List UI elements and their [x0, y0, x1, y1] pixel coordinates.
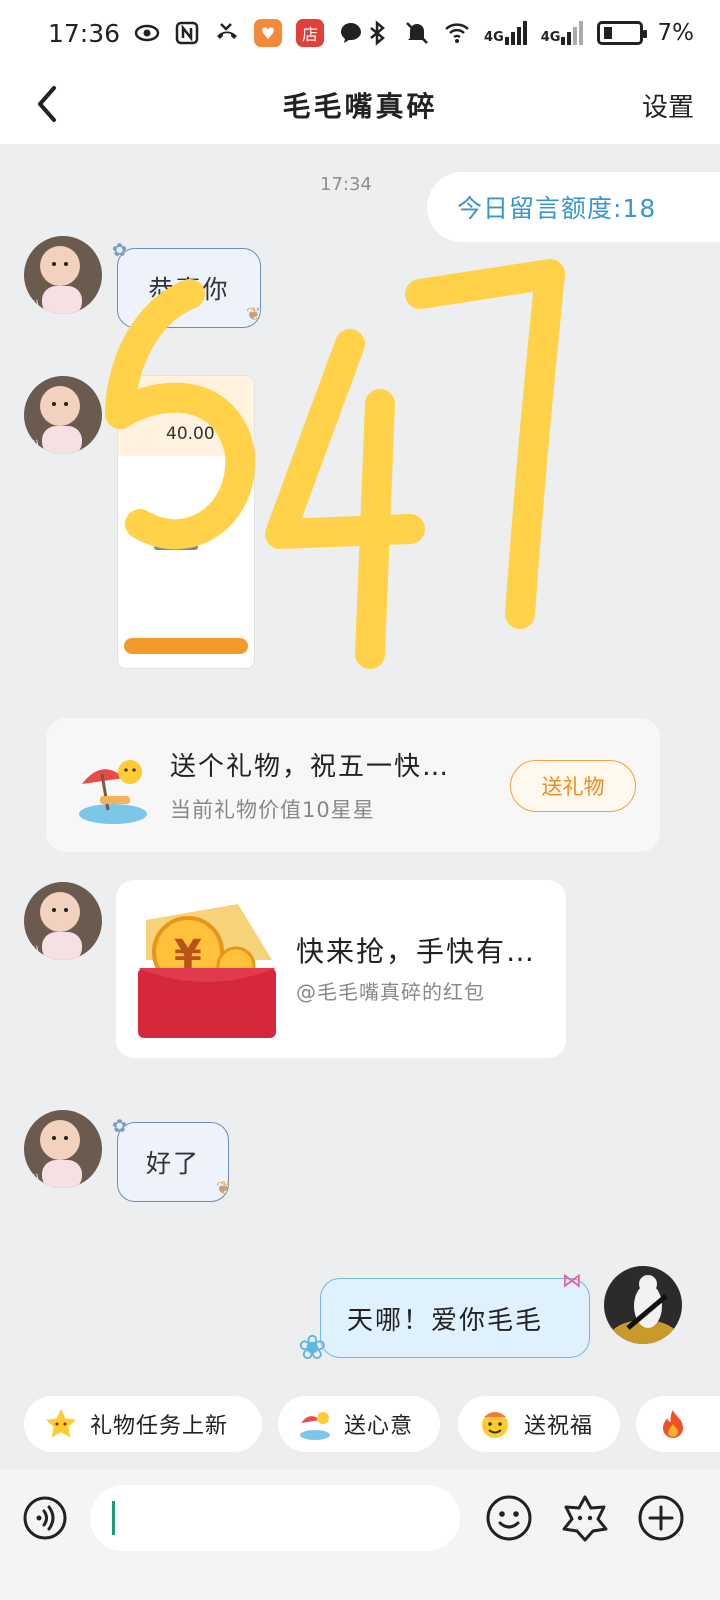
message-bubble[interactable]: 恭喜你: [117, 248, 261, 328]
chat-title: 毛毛嘴真碎: [282, 90, 438, 123]
wifi-icon: [445, 23, 469, 43]
message-icon: [341, 23, 362, 43]
red-envelope-icon: ¥: [138, 904, 276, 1038]
message-quota-banner[interactable]: 今日留言额度:18: [427, 172, 720, 242]
red-packet-sender: @毛毛嘴真碎的红包: [296, 980, 485, 1004]
fire-icon: [663, 1410, 683, 1438]
nav-bar: 毛毛嘴真碎 设置: [0, 66, 720, 144]
eye-icon: [134, 24, 160, 42]
gift-card[interactable]: 送个礼物，祝五一快… 当前礼物价值10星星 送礼物: [46, 718, 660, 852]
chip-send-heart[interactable]: 送心意: [278, 1396, 440, 1452]
text-cursor: [112, 1501, 115, 1535]
my-message-text: 天哪！爱你毛毛: [347, 1305, 544, 1336]
message-bubble[interactable]: 好了: [117, 1122, 229, 1202]
chip-label: 送祝福: [524, 1414, 594, 1439]
contact-avatar[interactable]: 八: [24, 882, 102, 960]
bow-decoration-icon: ⋈: [562, 1268, 582, 1292]
my-avatar[interactable]: [604, 1266, 682, 1344]
chip-hot[interactable]: [636, 1396, 720, 1452]
chat-area[interactable]: 17:34 今日留言额度:18 八 恭喜你 ✿ ❦ 八 40.00 送个礼物，祝…: [0, 144, 720, 1469]
status-bar: 17:36 ♥ 店 4G 4G 7%: [0, 0, 720, 66]
emoji-icon: [482, 1412, 508, 1438]
beach-umbrella-icon: [79, 760, 147, 824]
chip-send-blessing[interactable]: 送祝福: [458, 1396, 620, 1452]
svg-text:八: 八: [30, 1172, 41, 1185]
input-bar: [0, 1469, 720, 1600]
red-packet-message[interactable]: ¥ 快来抢，手快有… @毛毛嘴真碎的红包: [116, 880, 566, 1058]
feather-decoration-icon: ❦: [216, 1178, 232, 1199]
gift-card-subtitle: 当前礼物价值10星星: [170, 798, 375, 822]
contact-avatar[interactable]: 八: [24, 1110, 102, 1188]
shared-screenshot-image[interactable]: 40.00: [118, 376, 254, 668]
chip-gift-task[interactable]: 礼物任务上新: [24, 1396, 262, 1452]
mute-bell-icon: [406, 22, 428, 44]
sticker-decoration-icon: ❀: [298, 1328, 327, 1368]
heart-app-icon: ♥: [254, 19, 283, 47]
emoji-picker-icon[interactable]: [484, 1493, 534, 1543]
shop-app-badge: 店: [296, 19, 325, 47]
sticker-icon[interactable]: [560, 1493, 610, 1543]
feather-decoration-icon: ❦: [246, 304, 262, 325]
network-type-1: 4G: [484, 30, 504, 45]
battery-icon: [597, 21, 648, 45]
more-plus-icon[interactable]: [636, 1493, 686, 1543]
back-arrow-icon[interactable]: [26, 82, 70, 126]
voice-input-icon[interactable]: [22, 1495, 68, 1541]
message-text: 好了: [145, 1149, 200, 1178]
bluetooth-icon: [370, 20, 385, 46]
red-packet-title: 快来抢，手快有…: [296, 935, 537, 968]
nfc-icon: [175, 21, 199, 45]
gift-card-title: 送个礼物，祝五一快…: [170, 752, 451, 782]
my-message-bubble[interactable]: 天哪！爱你毛毛: [320, 1278, 590, 1358]
message-text: 恭喜你: [148, 275, 230, 304]
message-timestamp: 17:34: [320, 174, 372, 195]
message-input[interactable]: [90, 1485, 460, 1551]
signal-icon-1: [504, 21, 527, 45]
send-gift-button[interactable]: 送礼物: [510, 760, 636, 812]
chip-label: 送心意: [344, 1414, 414, 1439]
feather-decoration-icon: ✿: [112, 240, 128, 261]
svg-text:八: 八: [30, 944, 41, 957]
star-icon: [46, 1409, 76, 1438]
svg-text:八: 八: [30, 298, 41, 311]
svg-text:八: 八: [30, 438, 41, 451]
contact-avatar[interactable]: 八: [24, 236, 102, 314]
signal-icon-2: [561, 21, 584, 45]
feather-decoration-icon: ✿: [112, 1116, 128, 1137]
battery-percent: 7%: [657, 20, 694, 46]
beach-icon: [300, 1412, 330, 1440]
quick-action-chips: 礼物任务上新 送心意 送祝福: [0, 1396, 720, 1454]
contact-avatar[interactable]: 八: [24, 376, 102, 454]
network-type-2: 4G: [540, 30, 561, 45]
screenshot-amount: 40.00: [166, 424, 215, 444]
chip-label: 礼物任务上新: [90, 1414, 229, 1439]
settings-button[interactable]: 设置: [642, 87, 694, 124]
missed-call-icon: [217, 23, 238, 39]
status-time: 17:36: [48, 18, 121, 48]
